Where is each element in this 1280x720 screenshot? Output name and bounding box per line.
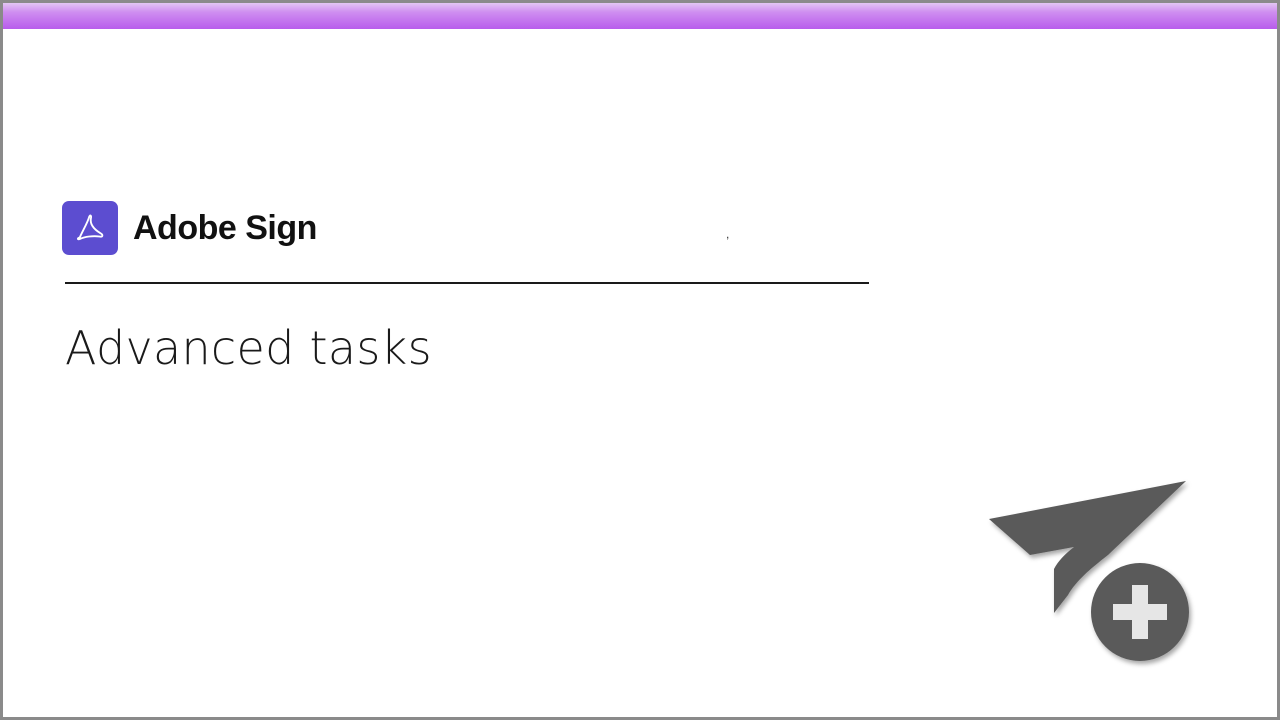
- brand-header: Adobe Sign: [62, 201, 317, 255]
- send-plus-icon: [989, 481, 1189, 661]
- header-divider: [65, 282, 869, 284]
- slide-frame: Adobe Sign , Advanced tasks: [0, 0, 1280, 720]
- acrobat-logo-icon: [62, 201, 118, 255]
- accent-bar: [3, 3, 1277, 29]
- page-title: Advanced tasks: [65, 321, 432, 375]
- stray-mark: ,: [726, 227, 730, 241]
- brand-name: Adobe Sign: [133, 208, 317, 247]
